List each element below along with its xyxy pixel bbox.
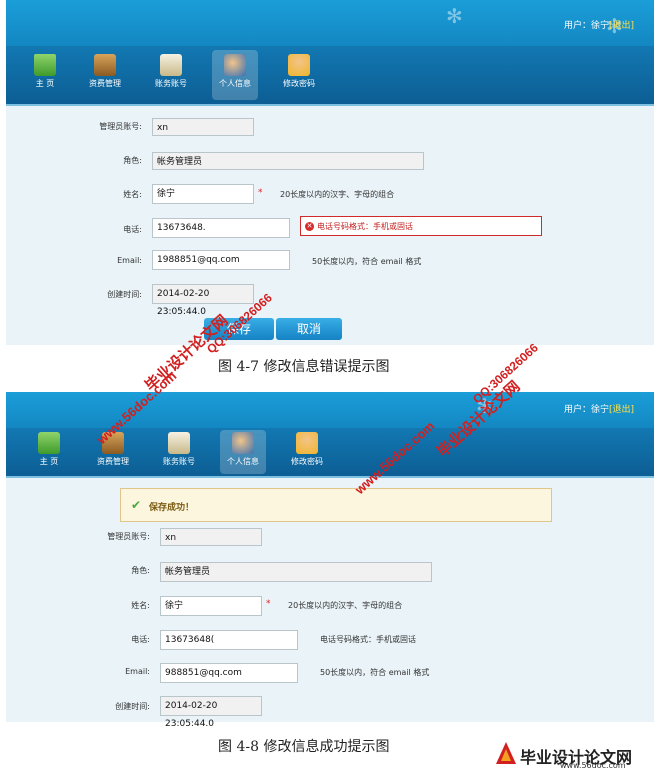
phone-error-message: ✕ 电话号码格式：手机或固话 <box>300 216 542 236</box>
email-hint: 50长度以内，符合 email 格式 <box>312 257 422 266</box>
nav-accounts-label: 账务账号 <box>155 79 187 88</box>
screenshot-error: ✻ ✻ 用户：徐宁[退出] 主 页 资费管理 账务账号 个人信息 修改密码 管理… <box>0 0 660 345</box>
lock-user-icon <box>296 432 318 454</box>
nav-home[interactable]: 主 页 <box>26 430 72 474</box>
admin-account-field: xn <box>152 118 254 136</box>
success-message: 保存成功！ <box>149 503 195 513</box>
admin-account-label: 管理员账号: <box>107 532 150 541</box>
name-hint: 20长度以内的汉字、字母的组合 <box>280 190 395 199</box>
nav-password-label: 修改密码 <box>283 79 315 88</box>
role-label: 角色: <box>123 156 142 165</box>
error-icon: ✕ <box>305 222 314 231</box>
email-label: Email: <box>125 667 150 676</box>
nav-home-label: 主 页 <box>35 79 55 88</box>
nav-accounts-label: 账务账号 <box>163 457 195 466</box>
nav-password[interactable]: 修改密码 <box>276 50 322 100</box>
figure-caption-4-7: 图 4-7 修改信息错误提示图 <box>218 359 390 375</box>
site-logo-icon <box>496 742 516 764</box>
check-icon: ✔ <box>131 498 142 512</box>
phone-label: 电话: <box>123 225 142 234</box>
nav-home[interactable]: 主 页 <box>22 50 68 100</box>
figure-caption-4-8: 图 4-8 修改信息成功提示图 <box>218 739 390 755</box>
created-time-field: 2014-02-20 23:05:44.0 <box>160 696 262 729</box>
phone-input[interactable]: 13673648( <box>160 630 298 650</box>
lock-user-icon <box>288 54 310 76</box>
nav-accounts[interactable]: 账务账号 <box>148 50 194 100</box>
header-bar: ✻ 用户：徐宁[退出] <box>6 392 654 428</box>
name-hint: 20长度以内的汉字、字母的组合 <box>288 601 403 610</box>
user-label: 用户： <box>563 21 591 31</box>
name-label: 姓名: <box>131 601 150 610</box>
role-field: 帐务管理员 <box>152 152 424 170</box>
logout-link[interactable]: [退出] <box>609 21 634 31</box>
header-bar: ✻ ✻ 用户：徐宁[退出] <box>6 0 654 46</box>
email-input[interactable]: 988851@qq.com <box>160 663 298 683</box>
phone-error-text: 电话号码格式：手机或固话 <box>317 222 413 231</box>
created-time-label: 创建时间: <box>107 290 142 299</box>
admin-account-label: 管理员账号: <box>99 122 142 131</box>
dandelion-decoration-icon: ✻ <box>446 4 463 28</box>
phone-label: 电话: <box>131 635 150 644</box>
users-icon <box>232 432 254 454</box>
created-time-label: 创建时间: <box>115 702 150 711</box>
role-field: 帐务管理员 <box>160 562 432 582</box>
created-time-field: 2014-02-20 23:05:44.0 <box>152 284 254 317</box>
phone-hint: 电话号码格式：手机或固话 <box>320 635 416 644</box>
name-label: 姓名: <box>123 190 142 199</box>
logo-url: www.56doc.com <box>560 761 626 770</box>
admin-account-field: xn <box>160 528 262 546</box>
nav-password-label: 修改密码 <box>291 457 323 466</box>
save-success-alert: ✔ 保存成功！ <box>120 488 552 522</box>
user-info: 用户：徐宁[退出] <box>564 18 634 31</box>
nav-profile[interactable]: 个人信息 <box>212 50 258 100</box>
name-input[interactable]: 徐宁 <box>160 596 262 616</box>
cancel-button[interactable]: 取消 <box>276 318 342 340</box>
document-icon <box>160 54 182 76</box>
nav-profile-label: 个人信息 <box>227 457 259 466</box>
user-info: 用户：徐宁[退出] <box>564 402 634 415</box>
role-label: 角色: <box>131 566 150 575</box>
nav-password[interactable]: 修改密码 <box>284 430 330 474</box>
users-icon <box>224 54 246 76</box>
required-mark: * <box>266 599 271 609</box>
home-icon <box>38 432 60 454</box>
user-name: 徐宁 <box>590 21 609 31</box>
card-reader-icon <box>94 54 116 76</box>
email-input[interactable]: 1988851@qq.com <box>152 250 290 270</box>
name-input[interactable]: 徐宁 <box>152 184 254 204</box>
user-name: 徐宁 <box>590 405 609 415</box>
main-nav: 主 页 资费管理 账务账号 个人信息 修改密码 <box>6 46 654 104</box>
nav-billing[interactable]: 资费管理 <box>82 50 128 100</box>
email-hint: 50长度以内，符合 email 格式 <box>320 668 430 677</box>
nav-profile-label: 个人信息 <box>219 79 251 88</box>
logout-link[interactable]: [退出] <box>609 405 634 415</box>
document-icon <box>168 432 190 454</box>
user-label: 用户： <box>563 405 591 415</box>
nav-accounts[interactable]: 账务账号 <box>156 430 202 474</box>
nav-profile[interactable]: 个人信息 <box>220 430 266 474</box>
profile-form: 管理员账号: xn 角色: 帐务管理员 姓名: 徐宁 * 20长度以内的汉字、字… <box>6 104 654 345</box>
profile-form: ✔ 保存成功！ 管理员账号: xn 角色: 帐务管理员 姓名: 徐宁 * 20长… <box>6 476 654 729</box>
home-icon <box>34 54 56 76</box>
required-mark: * <box>258 188 263 198</box>
email-label: Email: <box>117 256 142 265</box>
nav-billing-label: 资费管理 <box>89 79 121 88</box>
nav-home-label: 主 页 <box>39 457 59 466</box>
nav-billing-label: 资费管理 <box>97 457 129 466</box>
phone-input[interactable]: 13673648. <box>152 218 290 238</box>
